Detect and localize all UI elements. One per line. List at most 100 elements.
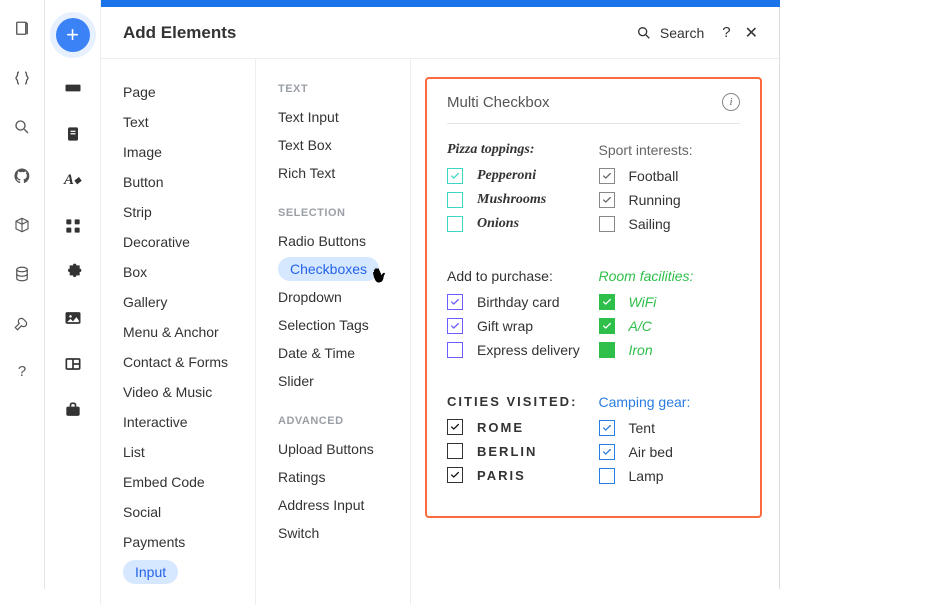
document-icon[interactable] [63, 124, 83, 144]
checkbox-icon[interactable] [599, 444, 615, 460]
category-item[interactable]: Image [123, 137, 255, 167]
category-item[interactable]: Menu & Anchor [123, 317, 255, 347]
category-item[interactable]: Page [123, 77, 255, 107]
checkbox-option[interactable]: Sailing [599, 216, 741, 232]
help-icon[interactable]: ? [18, 363, 26, 380]
search-button[interactable]: Search [636, 25, 704, 41]
category-item[interactable]: Decorative [123, 227, 255, 257]
checkbox-option[interactable]: Tent [599, 420, 741, 436]
element-type-list: TEXTText InputText BoxRich TextSELECTION… [256, 59, 411, 605]
far-left-rail: ? [0, 0, 45, 589]
category-item[interactable]: Text [123, 107, 255, 137]
category-item[interactable]: Video & Music [123, 377, 255, 407]
element-type-item[interactable]: Text Box [278, 131, 410, 159]
category-item[interactable]: Button [123, 167, 255, 197]
element-type-item[interactable]: Dropdown [278, 283, 410, 311]
package-icon[interactable] [13, 216, 31, 237]
checkbox-icon[interactable] [447, 443, 463, 459]
checkbox-icon[interactable] [447, 342, 463, 358]
category-item[interactable]: Embed Code [123, 467, 255, 497]
element-type-item[interactable]: Selection Tags [278, 311, 410, 339]
checkbox-option[interactable]: Gift wrap [447, 318, 589, 334]
category-item[interactable]: Gallery [123, 287, 255, 317]
element-type-item[interactable]: Rich Text [278, 159, 410, 187]
element-type-item[interactable]: Address Input [278, 491, 410, 519]
checkbox-icon[interactable] [599, 192, 615, 208]
checkbox-group-cities: Cities visited:RomeBerlinParis [447, 394, 589, 492]
checkbox-option[interactable]: A/C [599, 318, 741, 334]
search-label: Search [660, 25, 704, 41]
checkbox-icon[interactable] [447, 216, 463, 232]
category-item[interactable]: Box [123, 257, 255, 287]
checkbox-option[interactable]: Pepperoni [447, 168, 589, 184]
element-type-item[interactable]: Switch [278, 519, 410, 547]
category-item[interactable]: Interactive [123, 407, 255, 437]
element-type-item[interactable]: Slider [278, 367, 410, 395]
checkbox-option[interactable]: Lamp [599, 468, 741, 484]
braces-icon[interactable] [13, 69, 31, 90]
category-label: Input [123, 560, 178, 584]
checkbox-icon[interactable] [599, 168, 615, 184]
checkbox-option[interactable]: Berlin [447, 443, 589, 459]
github-icon[interactable] [13, 167, 31, 188]
text-style-icon[interactable]: A◆ [63, 170, 83, 190]
add-button[interactable]: + [56, 18, 90, 52]
close-button[interactable]: ✕ [745, 23, 758, 43]
checkbox-icon[interactable] [447, 192, 463, 208]
checkbox-icon[interactable] [447, 168, 463, 184]
checkbox-icon[interactable] [447, 318, 463, 334]
element-type-item[interactable]: Checkboxes [278, 255, 410, 283]
element-type-label: Date & Time [278, 345, 355, 361]
checkbox-option[interactable]: Mushrooms [447, 192, 589, 208]
info-icon[interactable]: i [722, 93, 740, 111]
category-item[interactable]: Input [123, 557, 255, 587]
checkbox-option[interactable]: Onions [447, 216, 589, 232]
element-type-item[interactable]: Date & Time [278, 339, 410, 367]
checkbox-icon[interactable] [447, 467, 463, 483]
checkbox-icon[interactable] [599, 216, 615, 232]
checkbox-option[interactable]: WiFi [599, 294, 741, 310]
category-item[interactable]: Contact & Forms [123, 347, 255, 377]
element-type-item[interactable]: Upload Buttons [278, 435, 410, 463]
page-icon[interactable] [13, 20, 31, 41]
checkbox-label: Iron [629, 342, 653, 358]
checkbox-group-room: Room facilities:WiFiA/CIron [599, 268, 741, 366]
briefcase-icon[interactable] [63, 400, 83, 420]
checkbox-option[interactable]: Rome [447, 419, 589, 435]
category-item[interactable]: Social [123, 497, 255, 527]
checkbox-icon[interactable] [599, 294, 615, 310]
image-icon[interactable] [63, 308, 83, 328]
checkbox-option[interactable]: Paris [447, 467, 589, 483]
element-type-item[interactable]: Ratings [278, 463, 410, 491]
checkbox-icon[interactable] [599, 318, 615, 334]
category-item[interactable]: List [123, 437, 255, 467]
tools-icon[interactable] [13, 314, 31, 335]
element-type-item[interactable]: Radio Buttons [278, 227, 410, 255]
layout-icon[interactable] [63, 354, 83, 374]
checkbox-icon[interactable] [599, 468, 615, 484]
checkbox-option[interactable]: Football [599, 168, 741, 184]
category-label: Box [123, 264, 147, 280]
checkbox-option[interactable]: Express delivery [447, 342, 589, 358]
database-icon[interactable] [13, 265, 31, 286]
apps-grid-icon[interactable] [63, 216, 83, 236]
section-icon[interactable] [63, 78, 83, 98]
checkbox-option[interactable]: Iron [599, 342, 741, 358]
checkbox-group-sport: Sport interests:FootballRunningSailing [599, 142, 741, 240]
puzzle-icon[interactable] [63, 262, 83, 282]
element-type-label: Checkboxes [278, 257, 379, 281]
checkbox-icon[interactable] [447, 419, 463, 435]
checkbox-icon[interactable] [447, 294, 463, 310]
checkbox-icon[interactable] [599, 420, 615, 436]
search-icon[interactable] [13, 118, 31, 139]
element-type-item[interactable]: Text Input [278, 103, 410, 131]
checkbox-icon[interactable] [599, 342, 615, 358]
checkbox-option[interactable]: Air bed [599, 444, 741, 460]
element-type-label: Text Input [278, 109, 339, 125]
category-item[interactable]: Payments [123, 527, 255, 557]
help-button[interactable]: ? [722, 24, 730, 41]
category-item[interactable]: Strip [123, 197, 255, 227]
checkbox-option[interactable]: Running [599, 192, 741, 208]
checkbox-label: Gift wrap [477, 318, 533, 334]
checkbox-option[interactable]: Birthday card [447, 294, 589, 310]
